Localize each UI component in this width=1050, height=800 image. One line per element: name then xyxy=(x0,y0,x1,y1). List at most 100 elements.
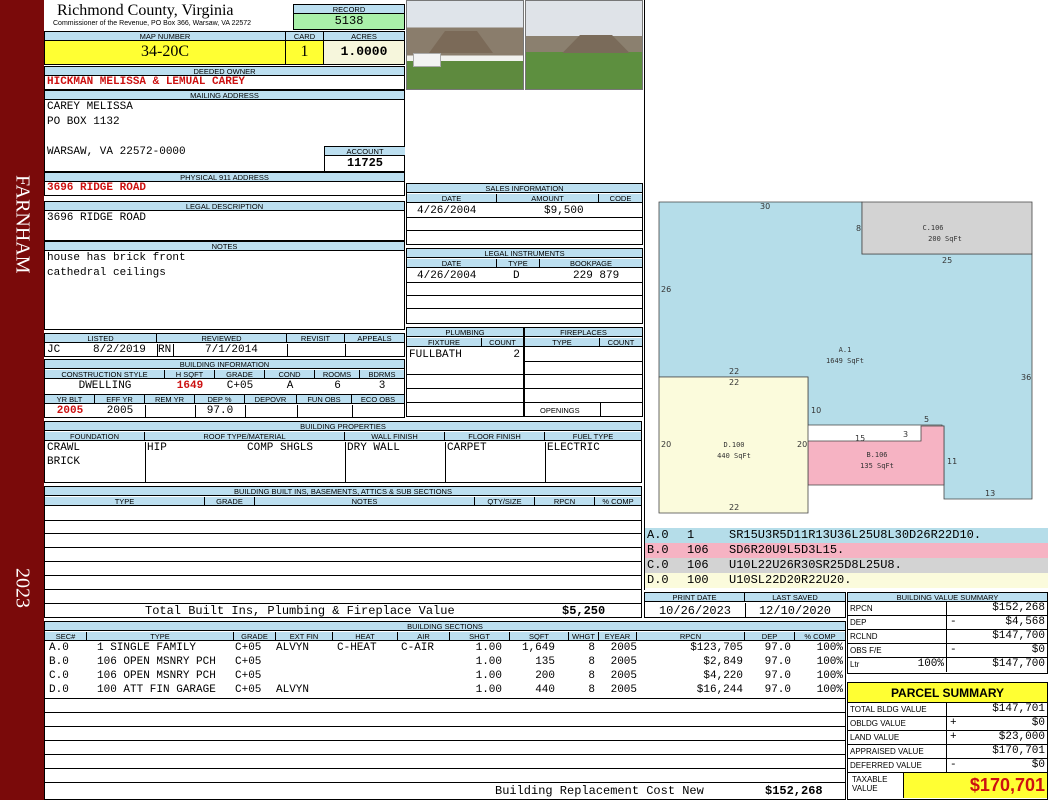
sketch-dim: 3 xyxy=(903,430,908,439)
grade: C+05 xyxy=(226,380,254,392)
traverse-list: A.0 1 SR15U3R5D11R13U36L25U8L30D26R22D10. … xyxy=(645,528,1048,588)
notes-label: NOTES xyxy=(45,242,404,251)
construction-style: DWELLING xyxy=(78,380,132,392)
builtins-box: BUILDING BUILT INS, BASEMENTS, ATTICS & … xyxy=(44,486,642,618)
section-row: B.0 106 OPEN MSNRY PCH C+05 1.00 135 8 2… xyxy=(49,656,843,668)
sales-header: CODE xyxy=(599,194,642,203)
building-sections-box: BUILDING SECTIONS SEC# TYPE GRADE EXT FI… xyxy=(44,621,846,800)
parcel-row: LAND VALUE + $23,000 xyxy=(848,731,1047,745)
record-label: RECORD xyxy=(294,5,404,14)
account-number: 11725 xyxy=(346,156,383,170)
section-row: D.0 100 ATT FIN GARAGE C+05 ALVYN 1.00 4… xyxy=(49,684,843,696)
record-box: RECORD 5138 xyxy=(293,4,405,30)
sections-rows: A.0 1 SINGLE FAMILY C+05 ALVYN C-HEAT C-… xyxy=(45,642,845,698)
sections-header: SEC# xyxy=(45,632,87,641)
note-line: house has brick front xyxy=(47,252,186,264)
traverse-row: C.0 106 U10L22U26R30SR25D8L25U8. xyxy=(645,558,1048,573)
section-row: A.0 1 SINGLE FAMILY C+05 ALVYN C-HEAT C-… xyxy=(49,642,843,654)
sales-header: AMOUNT xyxy=(497,194,599,203)
year-built: 2005 xyxy=(56,405,84,417)
property-photo-front[interactable] xyxy=(406,0,524,90)
map-number: 34-20C xyxy=(141,43,189,60)
fireplaces-title: FIREPLACES xyxy=(525,328,642,337)
sections-header: SQFT xyxy=(510,632,569,641)
sales-title: SALES INFORMATION xyxy=(407,184,642,193)
li-header: BOOKPAGE xyxy=(540,259,642,268)
building-info-title: BUILDING INFORMATION xyxy=(45,360,404,369)
record-number: 5138 xyxy=(294,14,404,29)
sketch-label-a-code: A.1 xyxy=(839,346,852,354)
tax-year: 2023 xyxy=(11,568,34,608)
builtins-total: $5,250 xyxy=(562,604,606,618)
sketch-label-c-code: C.106 xyxy=(922,224,943,232)
county-title: Richmond County, Virginia xyxy=(57,2,234,19)
sale-amount: $9,500 xyxy=(544,205,584,217)
rooms: 6 xyxy=(334,380,341,392)
sections-header: TYPE xyxy=(87,632,234,641)
bi-header: YR BLT xyxy=(45,395,95,404)
li-header: TYPE xyxy=(497,259,540,268)
property-photo-side[interactable] xyxy=(525,0,643,90)
sketch-label-d-code: D.100 xyxy=(723,441,744,449)
builtins-header: QTY/SIZE xyxy=(475,497,535,506)
card-label: CARD xyxy=(286,32,323,41)
sketch-label-b-code: B.106 xyxy=(866,451,887,459)
physical-address: 3696 RIDGE ROAD xyxy=(47,182,147,194)
effective-year: 2005 xyxy=(106,405,134,417)
sections-header: SHGT xyxy=(450,632,510,641)
sketch-dim: 20 xyxy=(661,440,671,449)
plumbing-count: 2 xyxy=(513,349,520,361)
acres-value: 1.0000 xyxy=(340,44,388,59)
sketch-dim: 22 xyxy=(729,378,739,387)
acres-label: ACRES xyxy=(324,32,404,41)
building-sketch[interactable]: C.106 200 SqFt A.1 1649 SqFt D.100 440 S… xyxy=(645,195,1045,525)
plumbing-header: FIXTURE xyxy=(407,338,482,347)
bi-header: BDRMS xyxy=(360,370,404,379)
sketch-dim: 25 xyxy=(942,256,952,265)
sketch-dim: 20 xyxy=(797,440,807,449)
map-number-label: MAP NUMBER xyxy=(45,32,285,41)
foundation-value: BRICK xyxy=(47,456,81,468)
parcel-row: TOTAL BLDG VALUE $147,701 xyxy=(848,703,1047,717)
card-number: 1 xyxy=(300,43,309,60)
building-properties-title: BUILDING PROPERTIES xyxy=(45,422,641,431)
sketch-label-b-sqft: 135 SqFt xyxy=(860,462,894,470)
sketch-section-c xyxy=(861,201,1033,255)
bi-header: COND xyxy=(265,370,315,379)
value-summary-row: DEP - $4,568 xyxy=(848,616,1047,630)
fireplaces-box: FIREPLACES TYPE COUNT OPENINGS xyxy=(524,327,643,417)
reviewed-by: RN xyxy=(158,344,172,356)
review-box: LISTED REVIEWED REVISIT APPEALS JC 8/2/2… xyxy=(44,333,405,357)
sections-header: DEP xyxy=(745,632,795,641)
sketch-dim: 8 xyxy=(856,224,861,233)
legal-description: 3696 RIDGE ROAD xyxy=(47,212,147,224)
print-date: 10/26/2023 xyxy=(658,604,731,618)
roof-material: COMP SHGLS xyxy=(247,442,314,454)
bi-header: DEPOVR xyxy=(245,395,297,404)
last-saved-date: 12/10/2020 xyxy=(758,604,831,618)
legal-description-box: LEGAL DESCRIPTION 3696 RIDGE ROAD xyxy=(44,201,405,241)
traverse-row: D.0 100 U10SL22D20R22U20. xyxy=(645,573,1048,588)
bi-header: ECO OBS xyxy=(352,395,404,404)
sections-header: GRADE xyxy=(234,632,276,641)
mailing-address-box: MAILING ADDRESS CAREY MELISSA PO BOX 113… xyxy=(44,90,405,172)
taxable-value: $170,701 xyxy=(904,773,1047,798)
value-summary-row: RPCN $152,268 xyxy=(848,602,1047,616)
traverse-row: B.0 106 SD6R20U9L5D3L15. xyxy=(645,543,1048,558)
bi-header: H SQFT xyxy=(165,370,215,379)
sketch-dim: 26 xyxy=(661,285,671,294)
sections-header: HEAT xyxy=(333,632,398,641)
bi-header: EFF YR xyxy=(95,395,145,404)
sections-header: RPCN xyxy=(637,632,745,641)
bi-header: CONSTRUCTION STYLE xyxy=(45,370,165,379)
sales-header: DATE xyxy=(407,194,497,203)
builtins-header: NOTES xyxy=(255,497,475,506)
traverse-row: A.0 1 SR15U3R5D11R13U36L25U8L30D26R22D10. xyxy=(645,528,1048,543)
physical-address-label: PHYSICAL 911 ADDRESS xyxy=(45,173,404,182)
sketch-label-a-sqft: 1649 SqFt xyxy=(826,357,864,365)
sections-header: AIR xyxy=(398,632,450,641)
building-sections-title: BUILDING SECTIONS xyxy=(45,622,845,631)
roof-type: HIP xyxy=(147,442,167,454)
account-label: ACCOUNT xyxy=(325,147,405,156)
mailing-address-label: MAILING ADDRESS xyxy=(45,91,404,100)
